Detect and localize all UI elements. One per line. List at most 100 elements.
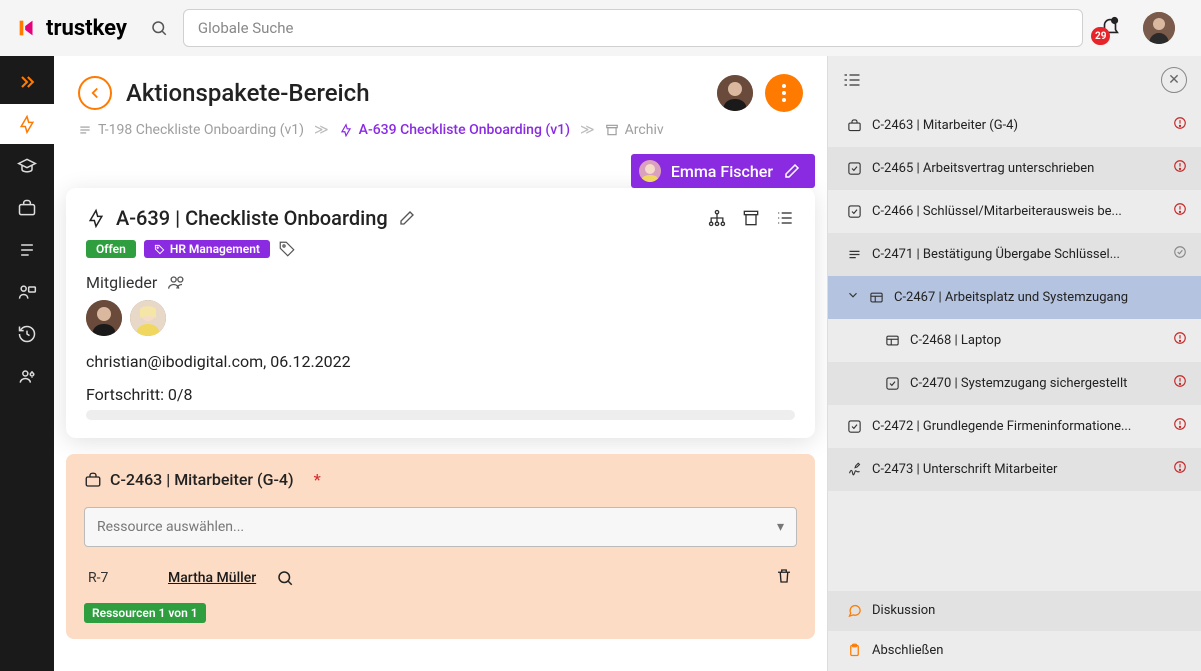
panel-item[interactable]: C-2471 | Bestätigung Übergabe Schlüssel.… (828, 233, 1201, 276)
brand-logo[interactable]: trustkey (16, 16, 127, 41)
panel-item[interactable]: C-2467 | Arbeitsplatz und Systemzugang (828, 276, 1201, 319)
panel-item-label: C-2470 | Systemzugang sichergestellt (910, 376, 1127, 391)
check-icon (846, 419, 862, 434)
brand-name: trustkey (46, 16, 127, 41)
notifications-count: 29 (1091, 27, 1110, 45)
status-ok-icon (1173, 245, 1187, 263)
sidebar-collapse-toggle[interactable] (0, 62, 54, 102)
sidebar-item-jobs[interactable] (0, 188, 54, 228)
action-package-card: A-639 | Checkliste Onboarding Offen HR M… (66, 188, 815, 438)
briefcase-icon (846, 118, 862, 133)
sidebar-item-actions[interactable] (0, 104, 54, 144)
breadcrumb-prev-label: T-198 Checkliste Onboarding (v1) (98, 122, 304, 138)
clipboard-icon (846, 643, 862, 658)
status-warn-icon (1173, 159, 1187, 177)
tag-label: HR Management (170, 242, 260, 256)
panel-item[interactable]: C-2465 | Arbeitsvertrag unterschrieben (828, 147, 1201, 190)
panel-close-button[interactable]: ✕ (1161, 67, 1187, 93)
search-icon[interactable] (143, 12, 175, 44)
members-icon[interactable] (167, 272, 187, 292)
card-title: A-639 | Checkliste Onboarding (116, 206, 388, 230)
sidebar-item-docs[interactable] (0, 230, 54, 270)
panel-complete-label: Abschließen (872, 643, 943, 658)
member-avatar-2[interactable] (130, 300, 166, 336)
grid-icon (868, 290, 884, 305)
breadcrumb-archive[interactable]: Archiv (605, 122, 664, 138)
assignee-name: Emma Fischer (671, 162, 773, 181)
outline-icon[interactable] (842, 70, 862, 90)
status-badge-open: Offen (86, 240, 136, 258)
progress-label: Fortschritt: 0/8 (86, 385, 795, 404)
grid-icon (884, 333, 900, 348)
status-warn-icon (1173, 460, 1187, 478)
status-warn-icon (1173, 202, 1187, 220)
page-title: Aktionspakete-Bereich (126, 79, 370, 107)
resource-count-badge: Ressourcen 1 von 1 (84, 603, 206, 623)
status-warn-icon (1173, 374, 1187, 392)
panel-item-label: C-2468 | Laptop (910, 333, 1001, 348)
panel-item-label: C-2471 | Bestätigung Übergabe Schlüssel.… (872, 247, 1120, 262)
resource-delete-button[interactable] (775, 567, 793, 589)
sidebar-item-training[interactable] (0, 272, 54, 312)
rocket-icon (86, 208, 106, 228)
member-avatar-1[interactable] (86, 300, 122, 336)
panel-item[interactable]: C-2470 | Systemzugang sichergestellt (828, 362, 1201, 405)
assignee-pill[interactable]: Emma Fischer (631, 154, 815, 188)
notifications-button[interactable]: 29 (1099, 15, 1121, 41)
resource-id: R-7 (88, 570, 148, 586)
assignee-avatar (639, 160, 661, 182)
breadcrumb-prev[interactable]: T-198 Checkliste Onboarding (v1) (78, 122, 304, 138)
briefcase-icon (84, 471, 102, 489)
current-user-avatar[interactable] (1143, 12, 1175, 44)
breadcrumb-current-label: A-639 Checkliste Onboarding (v1) (359, 122, 570, 138)
status-warn-icon (1173, 116, 1187, 134)
panel-discussion-label: Diskussion (872, 603, 935, 618)
panel-item-label: C-2467 | Arbeitsplatz und Systemzugang (894, 290, 1128, 305)
chevron-down-icon (846, 288, 860, 306)
global-search-input[interactable] (183, 9, 1083, 47)
chevron-right-icon: ≫ (314, 122, 329, 138)
tag-hr-management[interactable]: HR Management (144, 240, 270, 258)
sign-icon (846, 462, 862, 477)
sidebar-item-admin[interactable] (0, 356, 54, 396)
sidebar-item-learning[interactable] (0, 146, 54, 186)
chat-icon (846, 603, 862, 618)
resource-select[interactable]: Ressource auswählen... ▾ (84, 507, 797, 547)
page-owner-avatar[interactable] (717, 75, 753, 111)
structure-panel: ✕ C-2463 | Mitarbeiter (G-4) C-2465 | Arb… (827, 56, 1201, 671)
panel-item-label: C-2472 | Grundlegende Firmeninformatione… (872, 419, 1131, 434)
check-icon (884, 376, 900, 391)
resource-select-placeholder: Ressource auswählen... (97, 519, 244, 535)
breadcrumb-current[interactable]: A-639 Checkliste Onboarding (v1) (339, 122, 570, 138)
sidebar-item-history[interactable] (0, 314, 54, 354)
panel-item-label: C-2463 | Mitarbeiter (G-4) (872, 118, 1018, 133)
panel-item-label: C-2465 | Arbeitsvertrag unterschrieben (872, 161, 1094, 176)
brand-mark-icon (16, 17, 38, 39)
panel-item[interactable]: C-2463 | Mitarbeiter (G-4) (828, 104, 1201, 147)
status-warn-icon (1173, 331, 1187, 349)
resource-name-link[interactable]: Martha Müller (168, 570, 256, 586)
panel-complete[interactable]: Abschließen (828, 631, 1201, 671)
check-item-title: C-2463 | Mitarbeiter (G-4) (110, 470, 294, 489)
chevron-right-icon: ≫ (580, 122, 595, 138)
archive-action-icon[interactable] (741, 208, 761, 228)
panel-item[interactable]: C-2472 | Grundlegende Firmeninformatione… (828, 405, 1201, 448)
edit-title-button[interactable] (398, 209, 416, 227)
resource-search-icon[interactable] (276, 569, 294, 587)
breadcrumb: T-198 Checkliste Onboarding (v1) ≫ A-639… (78, 122, 803, 138)
status-warn-icon (1173, 417, 1187, 435)
more-actions-button[interactable] (765, 74, 803, 112)
panel-discussion[interactable]: Diskussion (828, 591, 1201, 631)
sidebar-nav (0, 56, 54, 671)
add-tag-button[interactable] (278, 240, 296, 258)
tag-icon (154, 244, 165, 255)
back-button[interactable] (78, 76, 112, 110)
panel-item[interactable]: C-2468 | Laptop (828, 319, 1201, 362)
card-meta: christian@ibodigital.com, 06.12.2022 (86, 352, 795, 371)
panel-item[interactable]: C-2473 | Unterschrift Mitarbeiter (828, 448, 1201, 491)
list-view-icon[interactable] (775, 208, 795, 228)
check-icon (846, 204, 862, 219)
hierarchy-icon[interactable] (707, 208, 727, 228)
panel-item[interactable]: C-2466 | Schlüssel/Mitarbeiterausweis be… (828, 190, 1201, 233)
edit-icon (783, 162, 801, 180)
